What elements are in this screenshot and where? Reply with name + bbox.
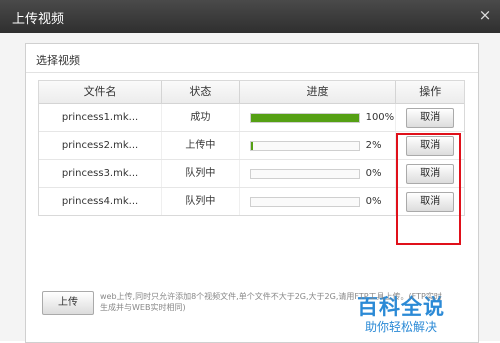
table-row: princess1.mk... 成功 100% 取消 <box>39 104 464 132</box>
progress-cell: 0% <box>240 188 397 215</box>
upload-note: web上传,同时只允许添加8个视频文件,单个文件不大于2G,大于2G,请用FTP… <box>100 292 442 312</box>
header-filename: 文件名 <box>39 81 163 103</box>
title-bar: 上传视频 × <box>0 0 500 33</box>
progress-bar <box>249 197 360 207</box>
file-name: princess3.mk... <box>39 160 163 187</box>
highlight-box <box>396 133 461 245</box>
file-status: 队列中 <box>162 160 240 187</box>
header-action: 操作 <box>419 85 442 98</box>
cancel-button[interactable]: 取消 <box>406 108 455 128</box>
table-header: 文件名 状态 进度 操作 <box>39 81 464 104</box>
divider <box>26 72 478 73</box>
header-progress: 进度 <box>240 81 397 103</box>
progress-cell: 100% <box>240 104 397 131</box>
watermark-subtitle: 助你轻松解决 <box>364 320 437 334</box>
progress-percent: 0% <box>365 168 382 179</box>
action-cell: 取消 <box>396 104 464 131</box>
progress-fill <box>250 142 253 150</box>
window-title: 上传视频 <box>12 12 65 27</box>
progress-percent: 100% <box>365 112 395 123</box>
progress-percent: 0% <box>365 196 382 207</box>
progress-fill <box>250 114 359 122</box>
progress-cell: 0% <box>240 160 397 187</box>
progress-bar <box>249 141 360 151</box>
file-name: princess4.mk... <box>39 188 163 215</box>
file-name: princess1.mk... <box>39 104 163 131</box>
progress-percent: 2% <box>365 140 382 151</box>
file-name: princess2.mk... <box>39 132 163 159</box>
file-status: 队列中 <box>162 188 240 215</box>
upload-button[interactable]: 上传 <box>42 291 94 315</box>
progress-bar <box>249 113 360 123</box>
file-status: 成功 <box>162 104 240 131</box>
panel-title: 选择视频 <box>36 54 80 67</box>
header-status: 状态 <box>162 81 240 103</box>
progress-bar <box>249 169 360 179</box>
file-status: 上传中 <box>162 132 240 159</box>
close-icon[interactable]: × <box>476 6 494 24</box>
progress-cell: 2% <box>240 132 397 159</box>
